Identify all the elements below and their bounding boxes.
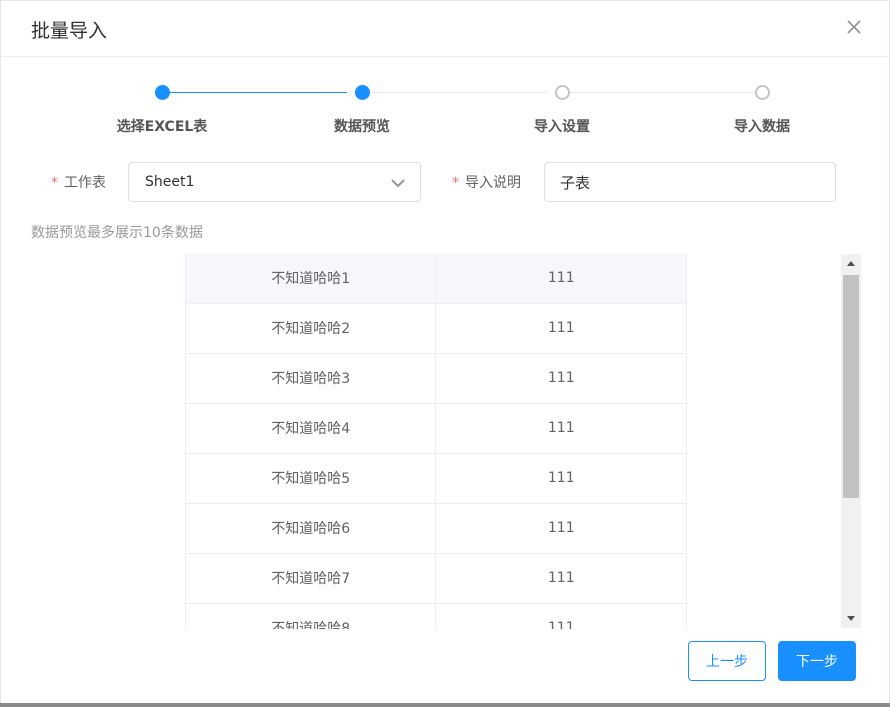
table-cell: 111 [435, 503, 687, 554]
table-cell: 111 [435, 603, 687, 629]
desc-label: * 导入说明 [452, 172, 521, 192]
step-dot-2 [355, 85, 370, 100]
table-cell: 111 [435, 553, 687, 604]
table-cell: 不知道哈哈7 [184, 553, 437, 604]
required-mark: * [452, 175, 459, 191]
table-cell: 不知道哈哈8 [184, 603, 437, 629]
required-mark: * [51, 175, 58, 191]
table-cell: 111 [435, 253, 687, 304]
form-row: * 工作表 Sheet1 * 导入说明 [1, 162, 889, 202]
dialog-title: 批量导入 [31, 20, 108, 42]
table-cell: 不知道哈哈3 [184, 353, 437, 404]
table-cell: 不知道哈哈6 [184, 503, 437, 554]
scroll-up-arrow-icon[interactable] [841, 254, 861, 272]
preview-table: 不知道哈哈1 111 不知道哈哈2 111 不知道哈哈3 111 不知道哈哈4 … [184, 253, 687, 629]
sheet-select[interactable]: Sheet1 [128, 162, 421, 202]
step-label-1: 选择EXCEL表 [116, 119, 208, 135]
preview-table-container[interactable]: 不知道哈哈1 111 不知道哈哈2 111 不知道哈哈3 111 不知道哈哈4 … [31, 253, 862, 629]
step-label-4: 导入数据 [734, 119, 790, 135]
table-row: 不知道哈哈1 111 [184, 253, 687, 304]
batch-import-dialog: 批量导入 选择EXCEL表 数据预览 导入设置 导入数据 * 工作表 Sheet1… [0, 0, 890, 707]
preview-hint: 数据预览最多展示10条数据 [31, 225, 203, 241]
table-scrollbar[interactable] [841, 254, 861, 628]
table-cell: 111 [435, 403, 687, 454]
dialog-bottom-edge [0, 703, 890, 707]
step-label-3: 导入设置 [534, 119, 590, 135]
step-label-2: 数据预览 [334, 119, 390, 135]
table-row: 不知道哈哈3 111 [184, 353, 687, 404]
table-cell: 111 [435, 303, 687, 354]
table-row: 不知道哈哈4 111 [184, 403, 687, 454]
scrollbar-thumb[interactable] [843, 275, 859, 498]
step-line-2 [369, 92, 547, 93]
next-step-button[interactable]: 下一步 [778, 641, 856, 681]
sheet-select-value: Sheet1 [145, 174, 195, 190]
table-row: 不知道哈哈2 111 [184, 303, 687, 354]
table-cell: 不知道哈哈5 [184, 453, 437, 504]
sheet-label-text: 工作表 [64, 175, 106, 191]
prev-step-button[interactable]: 上一步 [688, 641, 766, 681]
table-row: 不知道哈哈5 111 [184, 453, 687, 504]
import-description-input[interactable] [544, 162, 836, 202]
steps-bar: 选择EXCEL表 数据预览 导入设置 导入数据 [1, 81, 889, 141]
table-cell: 不知道哈哈4 [184, 403, 437, 454]
table-cell: 111 [435, 453, 687, 504]
table-row: 不知道哈哈8 111 [184, 603, 687, 629]
chevron-down-icon [391, 179, 405, 188]
close-icon[interactable] [844, 17, 864, 37]
scroll-down-arrow-icon[interactable] [841, 610, 861, 628]
sheet-label: * 工作表 [51, 172, 106, 192]
step-line-3 [569, 92, 755, 93]
dialog-header: 批量导入 [1, 1, 889, 57]
step-dot-1 [155, 85, 170, 100]
table-row: 不知道哈哈6 111 [184, 503, 687, 554]
table-cell: 111 [435, 353, 687, 404]
table-cell: 不知道哈哈2 [184, 303, 437, 354]
table-row: 不知道哈哈7 111 [184, 553, 687, 604]
step-line-1 [169, 92, 347, 93]
table-cell: 不知道哈哈1 [184, 253, 437, 304]
step-dot-4 [755, 85, 770, 100]
step-dot-3 [555, 85, 570, 100]
desc-label-text: 导入说明 [465, 175, 521, 191]
